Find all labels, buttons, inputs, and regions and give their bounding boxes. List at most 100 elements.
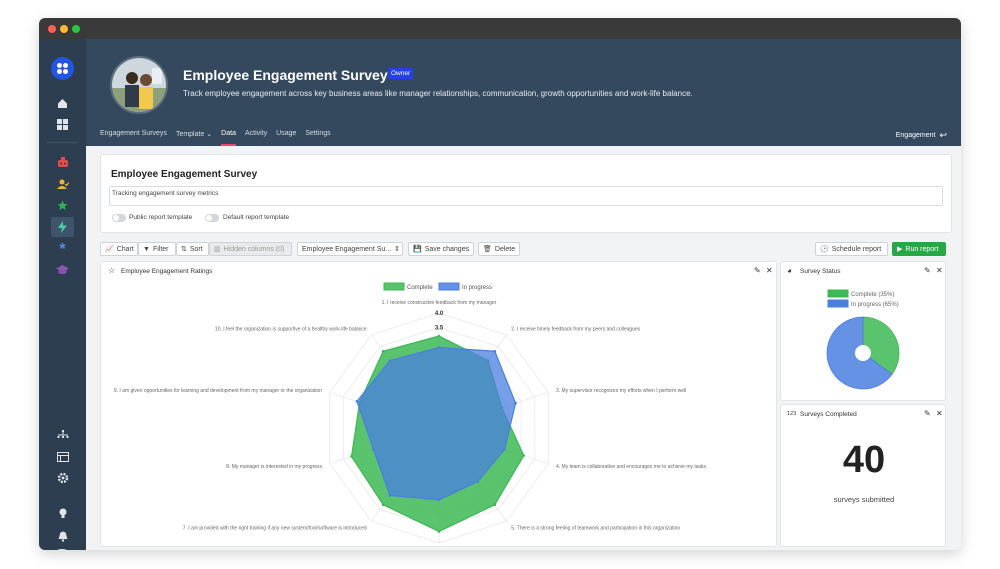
clock-icon: 🕒 bbox=[820, 246, 829, 253]
app-logo-icon[interactable] bbox=[51, 57, 74, 80]
user-avatar[interactable] bbox=[50, 549, 74, 550]
close-icon[interactable]: ✕ bbox=[766, 266, 773, 275]
report-description-field[interactable]: Tracking engagement survey metrics bbox=[109, 186, 943, 206]
dashboard-grid-icon[interactable] bbox=[53, 115, 72, 134]
table-list-icon[interactable] bbox=[53, 447, 72, 466]
chart-icon: 📈 bbox=[105, 246, 114, 253]
radar-point bbox=[493, 349, 497, 353]
filter-icon: ▼ bbox=[143, 245, 150, 253]
radar-point bbox=[476, 480, 480, 483]
radar-point bbox=[372, 448, 375, 451]
survey-status-panel: ◕ Survey Status ✎ ✕ Complete (35%) In pro… bbox=[780, 261, 946, 401]
home-icon[interactable] bbox=[53, 94, 72, 113]
graduation-cap-icon[interactable] bbox=[53, 260, 72, 279]
edit-pencil-icon[interactable]: ✎ bbox=[924, 266, 931, 275]
radar-chart: 4.0 3.5 1. I receive constructive feedback… bbox=[114, 282, 707, 544]
save-icon: 💾 bbox=[413, 246, 422, 253]
radar-point bbox=[355, 400, 359, 403]
user-check-icon[interactable] bbox=[53, 175, 72, 194]
radar-point bbox=[437, 530, 441, 533]
ratings-panel-title: Employee Engagement Ratings bbox=[121, 268, 213, 275]
delete-label: Delete bbox=[494, 245, 516, 253]
surveys-completed-title: Surveys Completed bbox=[800, 411, 857, 418]
chevron-down-icon: ⌄ bbox=[206, 131, 213, 138]
bell-icon[interactable] bbox=[53, 527, 72, 546]
minimize-window-button[interactable] bbox=[60, 25, 68, 33]
engagement-link-label: Engagement bbox=[895, 132, 936, 139]
radar-point bbox=[388, 359, 392, 362]
schedule-report-button[interactable]: 🕒 Schedule report bbox=[815, 242, 888, 256]
tab-settings[interactable]: Settings bbox=[305, 130, 330, 146]
radar-tick-label: 4.0 bbox=[435, 311, 444, 317]
return-icon: ↩ bbox=[939, 130, 947, 140]
close-icon[interactable]: ✕ bbox=[936, 409, 943, 418]
sort-button[interactable]: ⇅ Sort bbox=[176, 242, 209, 256]
asterisk-icon[interactable]: * bbox=[53, 240, 72, 259]
radar-category-label: 2. I receive timely feedback from my pee… bbox=[511, 326, 640, 332]
pie-chart-icon: ◕ bbox=[787, 266, 792, 275]
star-icon[interactable] bbox=[53, 196, 72, 215]
page-description: Track employee engagement across key bus… bbox=[183, 89, 693, 98]
tab-usage[interactable]: Usage bbox=[276, 130, 296, 146]
report-info-card: Employee Engagement Survey Tracking enga… bbox=[100, 154, 952, 233]
close-icon[interactable]: ✕ bbox=[936, 266, 943, 275]
legend-swatch-complete bbox=[383, 282, 405, 291]
maximize-window-button[interactable] bbox=[72, 25, 80, 33]
radar-category-label: 5. There is a strong feeling of teamwork… bbox=[511, 526, 680, 532]
pie-hole bbox=[855, 345, 871, 361]
radar-point bbox=[437, 346, 441, 349]
edit-pencil-icon[interactable]: ✎ bbox=[924, 409, 931, 418]
radar-point bbox=[437, 334, 441, 338]
edit-pencil-icon[interactable]: ✎ bbox=[754, 266, 761, 275]
filter-button[interactable]: ▼ Filter bbox=[138, 242, 176, 256]
chart-button[interactable]: 📈 Chart bbox=[100, 242, 138, 256]
tab-template-label: Template bbox=[175, 131, 205, 138]
engagement-link[interactable]: Engagement ↩ bbox=[896, 130, 947, 141]
star-outline-icon: ☆ bbox=[108, 266, 116, 275]
surveys-completed-value: 40 bbox=[842, 439, 886, 481]
tab-activity[interactable]: Activity bbox=[245, 130, 267, 146]
surveys-completed-subtitle: surveys submitted bbox=[833, 495, 895, 504]
default-template-toggle[interactable] bbox=[205, 214, 219, 222]
public-template-toggle[interactable] bbox=[112, 214, 126, 222]
survey-select-value: Employee Engagement Su... bbox=[302, 245, 392, 253]
hidden-columns-button[interactable]: ▥ Hidden columns (0) bbox=[209, 242, 292, 256]
owner-badge: Owner bbox=[388, 68, 414, 79]
columns-icon: ▥ bbox=[214, 246, 221, 253]
surveys-completed-panel: 123 Surveys Completed ✎ ✕ 40 surveys sub… bbox=[780, 404, 946, 547]
page-title: Employee Engagement Survey bbox=[183, 67, 388, 83]
hierarchy-icon[interactable] bbox=[53, 426, 72, 445]
survey-select[interactable]: Employee Engagement Su... ⇕ bbox=[297, 242, 403, 256]
sidebar: * bbox=[39, 39, 86, 550]
tab-engagement-surveys[interactable]: Engagement Surveys bbox=[100, 130, 167, 146]
gear-icon[interactable] bbox=[53, 468, 72, 487]
sort-button-label: Sort bbox=[189, 245, 203, 253]
schedule-report-label: Schedule report bbox=[831, 245, 882, 253]
radar-category-label: 10. I feel the organization is supportiv… bbox=[215, 326, 367, 332]
radar-category-label: 4. My team is collaborative and encourag… bbox=[556, 464, 707, 470]
radar-point bbox=[381, 349, 385, 353]
report-title[interactable]: Employee Engagement Survey bbox=[111, 169, 257, 180]
radar-point bbox=[522, 454, 526, 457]
trash-icon: 🗑 bbox=[483, 246, 492, 253]
run-report-button[interactable]: ▶ Run report bbox=[892, 242, 946, 256]
app-window: * Employee Engagement Survey Owner Track… bbox=[39, 18, 961, 550]
lightbulb-icon[interactable] bbox=[53, 504, 72, 523]
bot-icon[interactable] bbox=[53, 153, 72, 172]
radar-tick-label: 3.5 bbox=[435, 325, 444, 331]
tab-data[interactable]: Data bbox=[221, 130, 236, 146]
tab-template[interactable]: Template ⌄ bbox=[176, 130, 212, 146]
sort-icon: ⇅ bbox=[181, 246, 187, 253]
lightning-icon[interactable] bbox=[51, 217, 74, 237]
legend-label: In progress (65%) bbox=[851, 302, 899, 308]
radar-category-label: 3. My supervisor recognizes my efforts w… bbox=[556, 388, 686, 394]
delete-button[interactable]: 🗑 Delete bbox=[478, 242, 520, 256]
run-report-label: Run report bbox=[905, 245, 939, 253]
close-window-button[interactable] bbox=[48, 25, 56, 33]
survey-cover-image bbox=[110, 56, 168, 114]
public-template-label: Public report template bbox=[129, 214, 193, 221]
legend-swatch-in-progress bbox=[438, 282, 460, 291]
save-changes-button[interactable]: 💾 Save changes bbox=[408, 242, 474, 256]
legend-label: Complete bbox=[407, 285, 433, 291]
radar-point bbox=[388, 494, 392, 497]
